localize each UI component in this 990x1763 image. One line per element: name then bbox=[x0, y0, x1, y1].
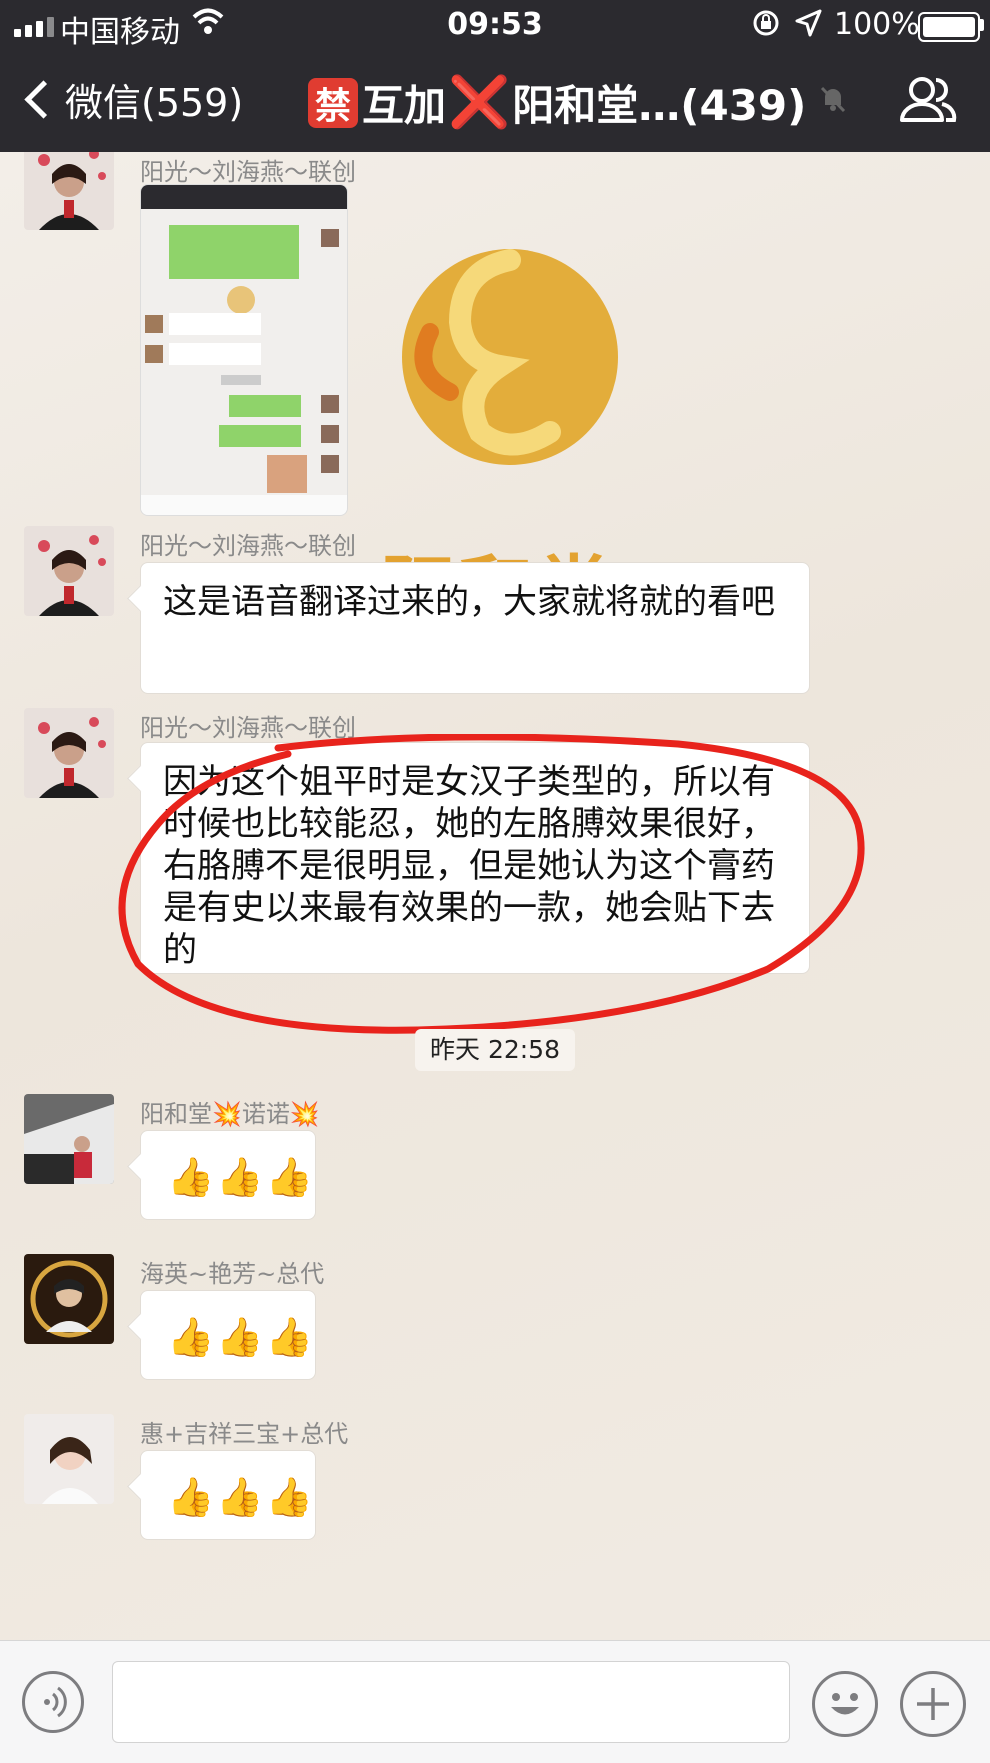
thumbs-up-emoji: 👍👍👍 bbox=[167, 1155, 315, 1199]
message-bubble[interactable]: 这是语音翻译过来的，大家就将就的看吧 bbox=[140, 562, 810, 694]
nav-bar: 微信(559) 禁 互加 ❌ 阳和堂…(439) bbox=[0, 50, 990, 152]
message-bubble[interactable]: 👍👍👍 bbox=[140, 1130, 316, 1220]
message-bubble[interactable]: 因为这个姐平时是女汉子类型的，所以有时候也比较能忍，她的左胳膊效果很好，右胳膊不… bbox=[140, 742, 810, 974]
back-label: 微信(559) bbox=[65, 81, 244, 125]
voice-input-icon[interactable] bbox=[22, 1671, 84, 1733]
message-input[interactable] bbox=[112, 1661, 790, 1743]
message-bubble[interactable]: 👍👍👍 bbox=[140, 1450, 316, 1540]
avatar[interactable] bbox=[24, 1254, 114, 1344]
emoji-icon[interactable] bbox=[812, 1671, 878, 1737]
cross-emoji: ❌ bbox=[448, 73, 511, 131]
plus-icon[interactable] bbox=[900, 1671, 966, 1737]
title-part1: 互加 bbox=[362, 81, 447, 130]
avatar[interactable] bbox=[24, 152, 114, 230]
sender-name: 海英~艳芳~总代 bbox=[140, 1260, 325, 1288]
input-bar bbox=[0, 1640, 990, 1763]
message-text: 这是语音翻译过来的，大家就将就的看吧 bbox=[163, 582, 775, 622]
mute-bell-icon bbox=[818, 84, 848, 121]
battery-percent: 100% bbox=[834, 7, 920, 42]
avatar[interactable] bbox=[24, 708, 114, 798]
sender-name: 阳光～刘海燕～联创 bbox=[140, 714, 356, 742]
brand-logo-watermark bbox=[390, 242, 620, 476]
collision-emoji: 💥 bbox=[289, 1100, 320, 1128]
collision-emoji: 💥 bbox=[212, 1100, 242, 1128]
chat-title: 禁 互加 ❌ 阳和堂…(439) bbox=[308, 72, 806, 133]
group-info-icon[interactable] bbox=[898, 72, 958, 128]
sender-name-part: 诺诺 bbox=[241, 1100, 290, 1128]
sender-name: 阳光～刘海燕～联创 bbox=[140, 532, 356, 560]
ban-emoji: 禁 bbox=[308, 77, 358, 128]
battery-tip bbox=[980, 19, 984, 31]
thumbs-up-emoji: 👍👍👍 bbox=[167, 1475, 315, 1519]
chat-area[interactable]: 阳和堂 JINGLUOTONGBAOJIANTIE 阳光～刘海燕～联创 bbox=[0, 152, 990, 1640]
title-part2: 阳和堂…(439) bbox=[512, 81, 807, 130]
message-text: 因为这个姐平时是女汉子类型的，所以有时候也比较能忍，她的左胳膊效果很好，右胳膊不… bbox=[163, 762, 775, 970]
thumbs-up-emoji: 👍👍👍 bbox=[167, 1315, 315, 1359]
sender-name: 阳和堂💥诺诺💥 bbox=[140, 1094, 320, 1129]
message-bubble[interactable]: 👍👍👍 bbox=[140, 1290, 316, 1380]
avatar[interactable] bbox=[24, 1094, 114, 1184]
chat-image[interactable] bbox=[140, 184, 348, 516]
chevron-left-icon bbox=[24, 80, 63, 119]
time-separator: 昨天 22:58 bbox=[415, 1029, 575, 1071]
avatar[interactable] bbox=[24, 526, 114, 616]
status-bar: 中国移动 09:53 100% bbox=[0, 0, 990, 50]
rotation-lock-icon bbox=[752, 8, 780, 46]
sender-name: 惠+吉祥三宝+总代 bbox=[140, 1420, 349, 1448]
sender-name: 阳光～刘海燕～联创 bbox=[140, 158, 356, 186]
location-icon bbox=[794, 8, 822, 46]
sender-name-part: 阳和堂 bbox=[140, 1100, 212, 1128]
battery-icon bbox=[918, 12, 980, 42]
back-button[interactable]: 微信(559) bbox=[18, 72, 243, 127]
avatar[interactable] bbox=[24, 1414, 114, 1504]
